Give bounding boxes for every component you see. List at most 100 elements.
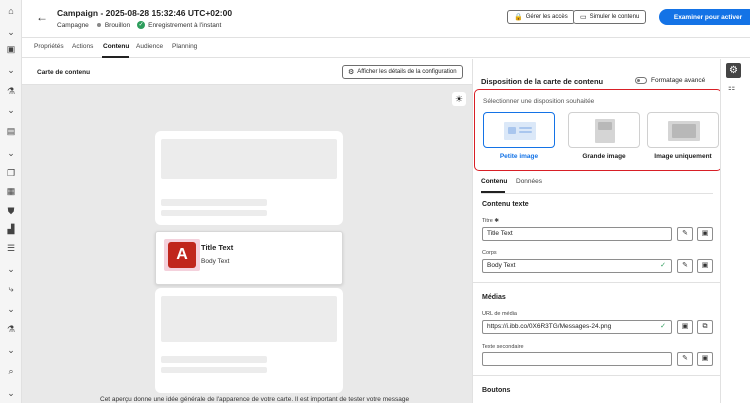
preview-area: Carte de contenu ⚙ Afficher les détails … (22, 59, 472, 403)
chevron-down-icon[interactable]: ⌄ (6, 148, 16, 158)
insert-secondary-icon[interactable]: ▣ (697, 352, 713, 366)
status-dot-icon (96, 23, 101, 27)
valid-check-icon: ✓ (660, 262, 666, 269)
layout-label-image-only: Image uniquement (654, 153, 712, 160)
check-circle-icon: ✓ (137, 21, 146, 29)
placeholder-line (161, 367, 267, 373)
image-only-thumb (672, 124, 696, 138)
chevron-down-icon[interactable]: ⌄ (6, 264, 16, 274)
content-card-preview[interactable]: A Title Text Body Text (155, 231, 343, 285)
status-line: Campagne Brouillon ✓ Enregistrement à l'… (57, 21, 221, 29)
tab-planning[interactable]: Planning (172, 43, 197, 50)
chevron-down-icon[interactable]: ⌄ (6, 345, 16, 355)
simulate-content-button[interactable]: ▭ Simuler le contenu (573, 10, 647, 24)
flask-icon[interactable]: ⚗ (6, 86, 16, 96)
small-image-line (519, 127, 532, 129)
personalize-secondary-icon[interactable]: ✎ (677, 352, 693, 366)
layout-option-small-image[interactable] (483, 112, 555, 148)
chevron-down-icon[interactable]: ⌄ (6, 388, 16, 398)
layout-selector: Sélectionner une disposition souhaitée P… (474, 89, 722, 171)
placeholder-card-bottom (155, 288, 343, 393)
gear-icon[interactable]: ⚙ (726, 63, 741, 78)
preview-note: Cet aperçu donne une idée générale de l'… (100, 396, 410, 403)
show-config-details-label: Afficher les détails de la configuration (357, 69, 457, 75)
chevron-down-icon[interactable]: ⌄ (6, 27, 16, 37)
asset-picker-icon[interactable]: ⧉ (697, 320, 713, 334)
layout-option-image-only[interactable] (647, 112, 719, 148)
lock-icon: 🔒 (514, 14, 523, 21)
media-url-input[interactable]: https://i.ibb.co/0X6R3TG/Messages-24.png… (482, 320, 672, 334)
manage-access-button[interactable]: 🔒 Gérer les accès (507, 10, 575, 24)
show-config-details-button[interactable]: ⚙ Afficher les détails de la configurati… (342, 65, 463, 79)
right-tool-strip: ⚙ ⚏ (720, 59, 750, 403)
search-icon[interactable]: ⌕ (6, 366, 16, 376)
advanced-formatting-toggle[interactable] (635, 77, 647, 84)
placeholder-line (161, 210, 267, 216)
status-badge: Brouillon (104, 21, 131, 29)
copy-icon[interactable]: ❐ (6, 168, 16, 178)
chart-icon[interactable]: ▟ (6, 224, 16, 234)
section-divider (473, 282, 721, 283)
subtab-divider (481, 193, 713, 194)
flask-icon[interactable]: ⚗ (6, 324, 16, 334)
card-title: Title Text (201, 243, 234, 252)
home-icon[interactable]: ⌂ (6, 6, 16, 16)
placeholder-card-top (155, 131, 343, 225)
layout-settings-panel: Disposition de la carte de contenu Forma… (472, 59, 722, 403)
personalize-body-icon[interactable]: ✎ (677, 259, 693, 273)
buttons-section-title: Boutons (482, 387, 511, 394)
title-field-label: Titre ✱ (482, 218, 499, 224)
placeholder-image (161, 139, 337, 179)
layout-option-large-image[interactable] (568, 112, 640, 148)
properties-icon[interactable]: ⚏ (728, 83, 735, 92)
review-to-activate-button[interactable]: Examiner pour activer (659, 9, 750, 25)
table-icon[interactable]: ▤ (6, 126, 16, 136)
journey-icon[interactable]: ▦ (6, 186, 16, 196)
placeholder-line (161, 199, 267, 206)
title-input[interactable]: Title Text (482, 227, 672, 241)
chevron-down-icon[interactable]: ⌄ (6, 65, 16, 75)
page-header: ← Campaign - 2025-08-28 15:32:46 UTC+02:… (22, 0, 750, 38)
preview-header: Carte de contenu ⚙ Afficher les détails … (22, 59, 472, 85)
theme-toggle-sun-icon[interactable]: ☀ (452, 92, 466, 106)
text-content-section-title: Contenu texte (482, 201, 529, 208)
insert-body-icon[interactable]: ▣ (697, 259, 713, 273)
secondary-text-input[interactable] (482, 352, 672, 366)
tab-properties[interactable]: Propriétés (34, 43, 64, 50)
back-arrow-icon[interactable]: ← (36, 10, 48, 24)
adobe-logo-icon: A (168, 242, 196, 268)
subtab-data[interactable]: Données (516, 178, 542, 185)
card-body: Body Text (201, 258, 230, 265)
large-image-thumb (598, 122, 612, 130)
chevron-down-icon[interactable]: ⌄ (6, 105, 16, 115)
layout-label-large-image: Grande image (582, 153, 626, 160)
subtab-content[interactable]: Contenu (481, 178, 507, 185)
chevron-down-icon[interactable]: ⌄ (6, 304, 16, 314)
preview-icon: ▭ (580, 14, 587, 21)
branch-icon[interactable]: ⤷ (6, 284, 16, 294)
media-url-value: https://i.ibb.co/0X6R3TG/Messages-24.png (487, 323, 612, 330)
tab-content[interactable]: Contenu (103, 43, 129, 50)
personalize-title-icon[interactable]: ✎ (677, 227, 693, 241)
main-tabs: Propriétés Actions Contenu Audience Plan… (22, 38, 750, 58)
insert-title-icon[interactable]: ▣ (697, 227, 713, 241)
badge-icon[interactable]: ⛊ (6, 206, 16, 216)
insert-media-icon[interactable]: ▣ (677, 320, 693, 334)
small-image-thumb (508, 127, 516, 134)
media-url-label: URL de média (482, 311, 517, 317)
small-image-line (519, 131, 532, 133)
advanced-formatting-label: Formatage avancé (651, 77, 706, 84)
list-icon[interactable]: ☰ (6, 243, 16, 253)
schedule-text: Enregistrement à l'instant (148, 21, 222, 29)
media-section-title: Médias (482, 294, 506, 301)
breadcrumb[interactable]: Campagne (57, 22, 89, 29)
tab-actions[interactable]: Actions (72, 43, 93, 50)
left-rail: ⌂ ⌄ ▣ ⌄ ⚗ ⌄ ▤ ⌄ ❐ ▦ ⛊ ▟ ☰ ⌄ ⤷ ⌄ ⚗ ⌄ ⌕ ⌄ (0, 0, 22, 403)
body-input[interactable]: Body Text ✓ (482, 259, 672, 273)
campaign-icon[interactable]: ▣ (6, 44, 16, 54)
secondary-text-label: Texte secondaire (482, 344, 524, 350)
user-settings-icon: ⚙ (348, 69, 355, 76)
card-thumbnail: A (164, 239, 200, 271)
layout-label-small-image: Petite image (499, 153, 539, 160)
tab-audience[interactable]: Audience (136, 43, 163, 50)
